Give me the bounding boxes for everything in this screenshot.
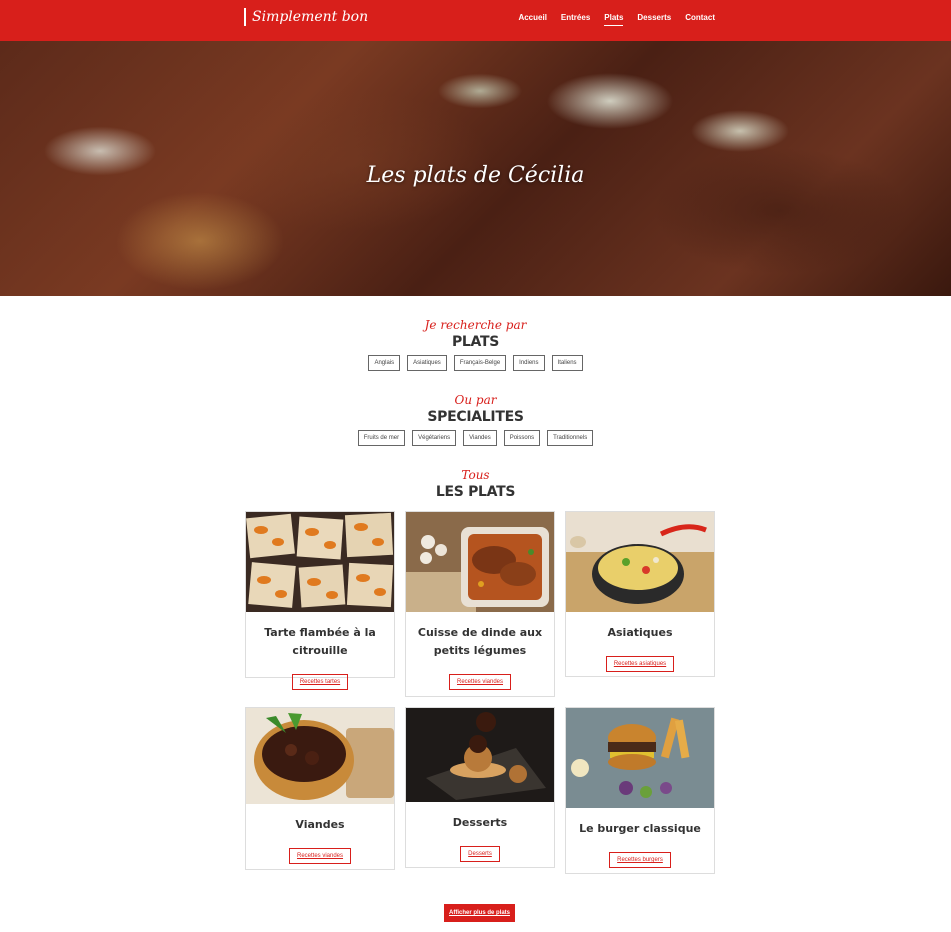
- nav-entrees[interactable]: Entrées: [561, 13, 590, 26]
- main-nav: Accueil Entrées Plats Desserts Contact: [518, 13, 715, 26]
- noodles-bowl-photo[interactable]: [566, 512, 714, 612]
- search-specialites-section: Ou par SPECIALITES Fruits de mer Végétar…: [0, 393, 951, 446]
- all-plats-script: Tous: [461, 468, 490, 482]
- nav-contact[interactable]: Contact: [685, 13, 715, 26]
- recipe-card: Desserts Desserts: [405, 707, 555, 868]
- show-more-button[interactable]: Afficher plus de plats: [444, 904, 515, 922]
- beef-stew-photo[interactable]: [246, 708, 394, 804]
- all-plats-heading: LES PLATS: [435, 484, 516, 500]
- turkey-leg-photo[interactable]: [406, 512, 554, 612]
- tag-asiatiques[interactable]: Asiatiques: [407, 355, 447, 371]
- top-navbar: Simplement bon Accueil Entrées Plats Des…: [0, 0, 951, 41]
- brand-bar: [244, 8, 246, 26]
- card-title: Cuisse de dinde aux petits légumes: [417, 626, 543, 657]
- hero-banner: Les plats de Cécilia: [0, 41, 951, 296]
- tag-vegetariens[interactable]: Végétariens: [412, 430, 457, 446]
- tag-poissons[interactable]: Poissons: [503, 430, 541, 446]
- pumpkin-tart-photo[interactable]: [246, 512, 394, 612]
- specialites-tag-row: Fruits de mer Végétariens Viandes Poisso…: [0, 430, 951, 446]
- search-specialites-heading: SPECIALITES: [427, 409, 524, 425]
- recipe-card: Le burger classique Recettes burgers: [565, 707, 715, 874]
- tag-francais-belge[interactable]: Français-Belge: [453, 355, 507, 371]
- recipe-card: Viandes Recettes viandes: [245, 707, 395, 870]
- search-plats-script: Je recherche par: [424, 318, 527, 332]
- tag-viandes[interactable]: Viandes: [463, 430, 497, 446]
- nav-desserts[interactable]: Desserts: [637, 13, 671, 26]
- recipe-card: Asiatiques Recettes asiatiques: [565, 511, 715, 677]
- recipe-card: Cuisse de dinde aux petits légumes Recet…: [405, 511, 555, 697]
- tag-fruits-de-mer[interactable]: Fruits de mer: [357, 430, 406, 446]
- hero-title: Les plats de Cécilia: [366, 163, 585, 188]
- nav-accueil[interactable]: Accueil: [518, 13, 546, 26]
- card-title: Le burger classique: [579, 822, 701, 835]
- tag-italiens[interactable]: Italiens: [551, 355, 583, 371]
- card-title: Asiatiques: [607, 626, 673, 639]
- tag-traditionnels[interactable]: Traditionnels: [547, 430, 594, 446]
- nav-plats[interactable]: Plats: [604, 13, 624, 26]
- brand-name: Simplement bon: [252, 9, 369, 25]
- recettes-burgers-button[interactable]: Recettes burgers: [609, 852, 671, 868]
- card-title: Tarte flambée à la citrouille: [264, 626, 376, 657]
- recettes-viandes-button-2[interactable]: Recettes viandes: [288, 848, 352, 864]
- all-plats-section: Tous LES PLATS: [0, 468, 951, 500]
- recettes-tartes-button[interactable]: Recettes tartes: [291, 674, 349, 690]
- choux-dessert-photo[interactable]: [406, 708, 554, 802]
- recettes-asiatiques-button[interactable]: Recettes asiatiques: [605, 656, 675, 672]
- recettes-viandes-button[interactable]: Recettes viandes: [448, 674, 512, 690]
- tag-anglais[interactable]: Anglais: [368, 355, 401, 371]
- burger-photo[interactable]: [566, 708, 714, 808]
- recipe-card: Tarte flambée à la citrouille Recettes t…: [245, 511, 395, 690]
- plats-tag-row: Anglais Asiatiques Français-Belge Indien…: [0, 355, 951, 371]
- search-plats-section: Je recherche par PLATS Anglais Asiatique…: [0, 318, 951, 371]
- card-title: Desserts: [452, 816, 508, 829]
- brand-logo[interactable]: Simplement bon: [244, 7, 368, 27]
- desserts-button[interactable]: Desserts: [460, 846, 500, 862]
- tag-indiens[interactable]: Indiens: [513, 355, 545, 371]
- search-specialites-script: Ou par: [454, 393, 497, 407]
- card-title: Viandes: [295, 818, 345, 831]
- search-plats-heading: PLATS: [451, 334, 500, 350]
